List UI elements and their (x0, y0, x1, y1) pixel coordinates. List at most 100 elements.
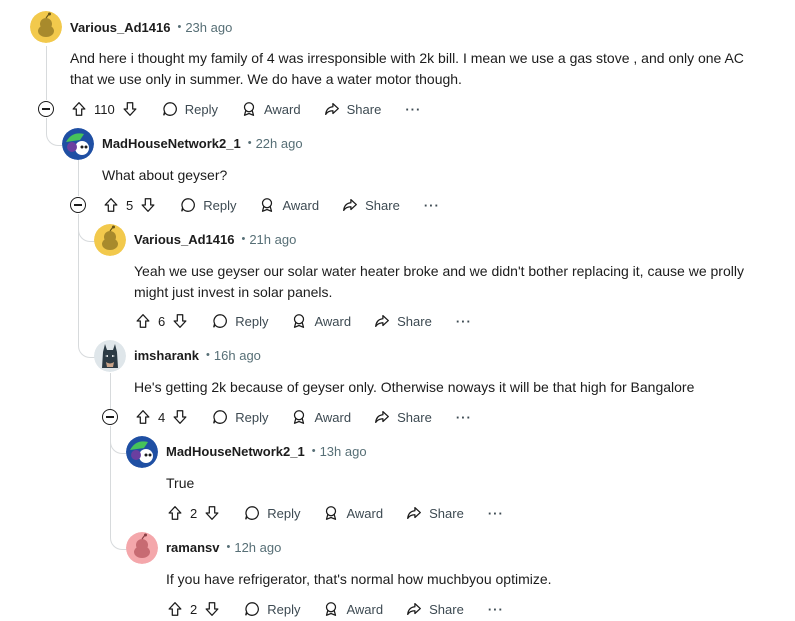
comment-thread: Various_Ad1416 • 23h ago And here i thou… (0, 0, 795, 621)
comment-body: If you have refrigerator, that's normal … (166, 571, 552, 587)
collapse-thread-button[interactable] (70, 197, 86, 213)
thread-elbow[interactable] (78, 214, 95, 358)
award-label: Award (346, 505, 384, 521)
reply-label: Reply (184, 101, 218, 117)
award-button[interactable]: Award (322, 504, 383, 522)
vote-controls: 110 (70, 100, 139, 118)
vote-controls: 2 (166, 600, 221, 618)
timestamp[interactable]: 22h ago (256, 136, 303, 151)
snoo-yellow-avatar-icon (30, 11, 62, 43)
share-button[interactable]: Share (341, 196, 400, 214)
avatar[interactable] (30, 11, 62, 43)
upvote-arrow-icon[interactable] (134, 408, 152, 426)
chat-bubble-icon (211, 312, 229, 330)
award-icon (322, 600, 340, 618)
upvote-arrow-icon[interactable] (70, 100, 88, 118)
comment-body: What about geyser? (102, 167, 228, 183)
downvote-arrow-icon[interactable] (171, 408, 189, 426)
comment-meta: Various_Ad1416 • 23h ago (70, 17, 232, 37)
reply-button[interactable]: Reply (179, 196, 236, 214)
snoo-pink-avatar-icon (126, 532, 158, 564)
award-button[interactable]: Award (290, 312, 351, 330)
batman-avatar-icon (94, 340, 126, 372)
thread-line[interactable] (46, 46, 47, 100)
collapse-thread-button[interactable] (102, 409, 118, 425)
comment-body: And here i thought my family of 4 was ir… (70, 50, 744, 87)
username[interactable]: imsharank (134, 348, 199, 363)
award-button[interactable]: Award (290, 408, 351, 426)
award-label: Award (314, 313, 352, 329)
share-label: Share (365, 197, 400, 213)
chat-bubble-icon (243, 504, 261, 522)
thread-elbow[interactable] (46, 118, 63, 146)
timestamp[interactable]: 21h ago (249, 232, 296, 247)
share-arrow-icon (373, 408, 391, 426)
thread-line[interactable] (110, 373, 111, 409)
reply-button[interactable]: Reply (211, 312, 268, 330)
thread-elbow[interactable] (110, 426, 127, 550)
chat-bubble-icon (211, 408, 229, 426)
avatar[interactable] (126, 532, 158, 564)
downvote-arrow-icon[interactable] (203, 600, 221, 618)
share-label: Share (429, 601, 464, 617)
more-options-button[interactable]: ··· (456, 314, 472, 329)
separator-dot: • (247, 137, 252, 149)
avatar[interactable] (94, 340, 126, 372)
award-button[interactable]: Award (322, 600, 383, 618)
downvote-arrow-icon[interactable] (171, 312, 189, 330)
upvote-arrow-icon[interactable] (134, 312, 152, 330)
share-arrow-icon (405, 600, 423, 618)
username[interactable]: ramansv (166, 540, 219, 555)
timestamp[interactable]: 13h ago (320, 444, 367, 459)
comment-body: Yeah we use geyser our solar water heate… (134, 263, 744, 300)
snoo-yellow-avatar-icon (94, 224, 126, 256)
username[interactable]: Various_Ad1416 (134, 232, 234, 247)
share-button[interactable]: Share (323, 100, 381, 118)
upvote-arrow-icon[interactable] (166, 504, 184, 522)
timestamp[interactable]: 16h ago (214, 348, 261, 363)
madhouse-avatar-icon (62, 128, 94, 160)
username[interactable]: MadHouseNetwork2_1 (102, 136, 241, 151)
comment-body: True (166, 475, 195, 491)
username[interactable]: Various_Ad1416 (70, 20, 170, 35)
reply-button[interactable]: Reply (243, 504, 300, 522)
award-button[interactable]: Award (240, 100, 301, 118)
more-options-button[interactable]: ··· (424, 198, 440, 213)
comment-actions: 110 Reply Award Share ··· (70, 99, 421, 119)
upvote-arrow-icon[interactable] (166, 600, 184, 618)
avatar[interactable] (126, 436, 158, 468)
award-label: Award (263, 101, 301, 117)
share-arrow-icon (405, 504, 423, 522)
reply-button[interactable]: Reply (211, 408, 268, 426)
reply-button[interactable]: Reply (161, 100, 218, 118)
reply-button[interactable]: Reply (243, 600, 300, 618)
thread-line[interactable] (78, 160, 79, 196)
downvote-arrow-icon[interactable] (139, 196, 157, 214)
chat-bubble-icon (179, 196, 197, 214)
share-button[interactable]: Share (405, 600, 464, 618)
more-options-button[interactable]: ··· (456, 410, 472, 425)
award-button[interactable]: Award (258, 196, 319, 214)
chat-bubble-icon (161, 100, 179, 118)
collapse-thread-button[interactable] (38, 101, 54, 117)
share-button[interactable]: Share (373, 408, 432, 426)
avatar[interactable] (62, 128, 94, 160)
share-arrow-icon (341, 196, 359, 214)
downvote-arrow-icon[interactable] (203, 504, 221, 522)
comment-meta: MadHouseNetwork2_1 • 22h ago (102, 133, 303, 153)
downvote-arrow-icon[interactable] (121, 100, 139, 118)
vote-score: 4 (158, 409, 166, 425)
award-icon (240, 100, 258, 118)
reply-label: Reply (267, 505, 301, 521)
upvote-arrow-icon[interactable] (102, 196, 120, 214)
more-options-button[interactable]: ··· (488, 602, 504, 617)
share-button[interactable]: Share (373, 312, 432, 330)
share-button[interactable]: Share (405, 504, 464, 522)
username[interactable]: MadHouseNetwork2_1 (166, 444, 305, 459)
vote-score: 2 (190, 505, 198, 521)
more-options-button[interactable]: ··· (405, 102, 421, 117)
timestamp[interactable]: 23h ago (185, 20, 232, 35)
avatar[interactable] (94, 224, 126, 256)
more-options-button[interactable]: ··· (488, 506, 504, 521)
timestamp[interactable]: 12h ago (234, 540, 281, 555)
